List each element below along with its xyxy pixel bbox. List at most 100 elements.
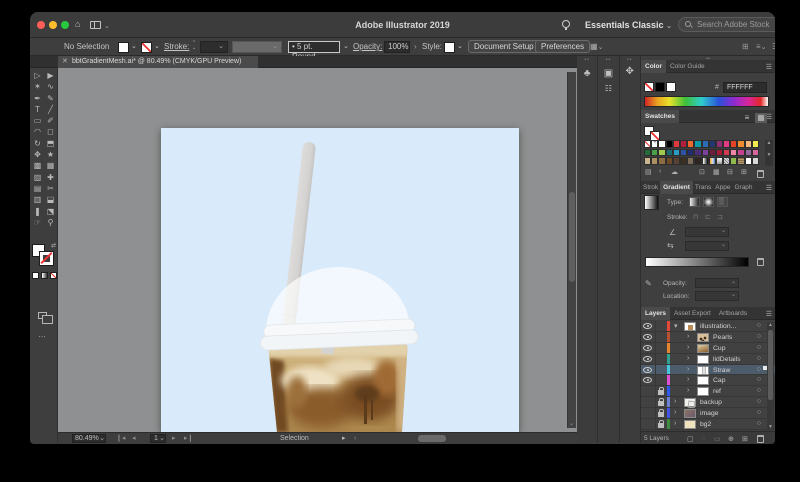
- last-artboard-icon[interactable]: ▸❙: [184, 434, 193, 443]
- layer-name[interactable]: ref: [713, 388, 721, 395]
- zoom-tool[interactable]: ⚲: [44, 217, 57, 228]
- lock-icon[interactable]: [658, 423, 664, 428]
- swatch-1-13[interactable]: [737, 149, 744, 157]
- stroke-stepper[interactable]: ⌃⌄: [192, 41, 196, 51]
- pencil-tool[interactable]: ◠: [31, 126, 44, 137]
- swatch-1-14[interactable]: [745, 149, 752, 157]
- swatch-0-11[interactable]: [723, 140, 730, 148]
- swatch-2-1[interactable]: [651, 157, 658, 165]
- symbol-sprayer-tool[interactable]: ▥: [31, 194, 44, 205]
- swatch-0-9[interactable]: [709, 140, 716, 148]
- eyedropper-icon[interactable]: ✎: [645, 279, 652, 288]
- expand-chevron-icon[interactable]: ›: [687, 333, 689, 340]
- swatch-0-4[interactable]: [673, 140, 680, 148]
- stroke-proxy-swatch[interactable]: [40, 252, 53, 265]
- color-none-swatch[interactable]: [644, 82, 654, 92]
- expand-chevron-icon[interactable]: ▾: [674, 322, 678, 330]
- layer-thumbnail[interactable]: [684, 420, 696, 429]
- workspace-switcher[interactable]: Essentials Classic ⌄: [585, 20, 672, 30]
- brush-definition-dropdown[interactable]: • 5 pt. Round: [288, 41, 340, 53]
- visibility-eye-icon[interactable]: [643, 334, 654, 341]
- width-tool[interactable]: ✥: [31, 149, 44, 160]
- color-white-swatch[interactable]: [666, 82, 676, 92]
- stroke-color-swatch[interactable]: [141, 42, 152, 53]
- layer-name[interactable]: bg2: [700, 421, 711, 428]
- visibility-eye-icon[interactable]: [643, 345, 654, 352]
- swatch-0-1[interactable]: [651, 140, 658, 148]
- free-transform-tool[interactable]: ★: [44, 149, 57, 160]
- target-circle-icon[interactable]: ○: [757, 344, 761, 351]
- expand-chevron-icon[interactable]: ›: [687, 366, 689, 373]
- swatch-1-7[interactable]: [694, 149, 701, 157]
- swatch-0-2[interactable]: [658, 140, 665, 148]
- brush-chevron-icon[interactable]: ⌄: [343, 42, 349, 50]
- linear-gradient-button[interactable]: [689, 197, 700, 207]
- curvature-tool[interactable]: ✎: [44, 93, 57, 104]
- hex-value-field[interactable]: FFFFFF: [723, 82, 767, 93]
- layers-scroll-thumb[interactable]: [768, 330, 773, 400]
- delete-stop-icon[interactable]: [757, 258, 764, 266]
- swatch-1-6[interactable]: [687, 149, 694, 157]
- pen-tool[interactable]: ✒: [31, 93, 44, 104]
- layer-thumbnail[interactable]: [697, 333, 709, 342]
- tab-gradient[interactable]: Gradient: [660, 181, 693, 194]
- swatch-1-3[interactable]: [666, 149, 673, 157]
- stroke-weight-label[interactable]: Stroke:: [164, 42, 189, 51]
- expand-chevron-icon[interactable]: ›: [687, 387, 689, 394]
- tab-artboards[interactable]: Artboards: [715, 307, 751, 320]
- visibility-eye-icon[interactable]: [643, 356, 654, 363]
- stroke-weight-dropdown[interactable]: ⌄: [200, 41, 228, 53]
- color-panel-menu-icon[interactable]: ☰: [766, 63, 772, 71]
- swatch-2-12[interactable]: [730, 157, 737, 165]
- layer-name[interactable]: lidDetails: [713, 356, 741, 363]
- visibility-eye-icon[interactable]: [643, 377, 654, 384]
- color-spectrum-bar[interactable]: [644, 96, 769, 107]
- rectangle-tool[interactable]: ▭: [31, 115, 44, 126]
- prev-artboard-icon[interactable]: ◂: [132, 434, 136, 443]
- expand-chevron-icon[interactable]: ›: [687, 344, 689, 351]
- layer-row-bg2[interactable]: ›bg2○: [641, 419, 775, 430]
- swatch-2-2[interactable]: [658, 157, 665, 165]
- flower-icon[interactable]: ✥: [620, 66, 640, 77]
- swatch-2-11[interactable]: [723, 157, 730, 165]
- fill-color-swatch[interactable]: [118, 42, 129, 53]
- swatch-2-5[interactable]: [680, 157, 687, 165]
- paint-color-button[interactable]: [32, 272, 39, 279]
- shape-builder-tool[interactable]: ▩: [31, 160, 44, 171]
- layer-row-cup[interactable]: ›Cup○: [641, 343, 775, 354]
- expand-chevron-icon[interactable]: ›: [674, 420, 676, 427]
- layer-thumbnail[interactable]: [697, 376, 709, 385]
- paintbrush-tool[interactable]: ✐: [44, 115, 57, 126]
- blend-tool[interactable]: ✂: [44, 183, 57, 194]
- swatch-2-7[interactable]: [694, 157, 701, 165]
- new-sublayer-icon[interactable]: ⊕: [728, 435, 734, 443]
- layer-thumbnail[interactable]: [697, 355, 709, 364]
- layer-thumbnail[interactable]: [697, 366, 709, 375]
- adobe-stock-search-input[interactable]: Search Adobe Stock: [678, 17, 775, 32]
- close-document-icon[interactable]: ✕: [62, 56, 68, 68]
- target-circle-icon[interactable]: ○: [757, 333, 761, 340]
- swatch-0-3[interactable]: [666, 140, 673, 148]
- swatch-menu-arrow-icon[interactable]: ‹: [659, 168, 661, 175]
- artboard-tool[interactable]: ⬔: [44, 206, 57, 217]
- expand-chevron-icon[interactable]: ›: [687, 376, 689, 383]
- gradient-thumbnail[interactable]: [644, 195, 659, 210]
- layer-row-backup[interactable]: ›backup○: [641, 397, 775, 408]
- paint-none-button[interactable]: [50, 272, 57, 279]
- scroll-left-icon[interactable]: ‹: [354, 434, 356, 443]
- swatch-1-9[interactable]: [709, 149, 716, 157]
- opacity-value-field[interactable]: 100%: [384, 41, 410, 53]
- horizontal-scrollbar-thumb[interactable]: [418, 435, 446, 442]
- target-circle-icon[interactable]: ○: [757, 322, 761, 329]
- layer-row-illustration-[interactable]: ▾illustration...○: [641, 321, 775, 332]
- layer-row-image[interactable]: ›image○: [641, 408, 775, 419]
- document-setup-button[interactable]: Document Setup: [468, 40, 540, 53]
- swatch-0-12[interactable]: [730, 140, 737, 148]
- tab-color[interactable]: Color: [641, 60, 666, 73]
- freeform-gradient-button[interactable]: [717, 197, 728, 207]
- fill-chevron-icon[interactable]: ⌄: [131, 42, 137, 50]
- swatch-2-13[interactable]: [737, 157, 744, 165]
- layer-name[interactable]: Pearls: [713, 334, 732, 341]
- status-menu-icon[interactable]: ▸: [342, 434, 346, 443]
- list-view-icon[interactable]: ≡: [741, 113, 753, 123]
